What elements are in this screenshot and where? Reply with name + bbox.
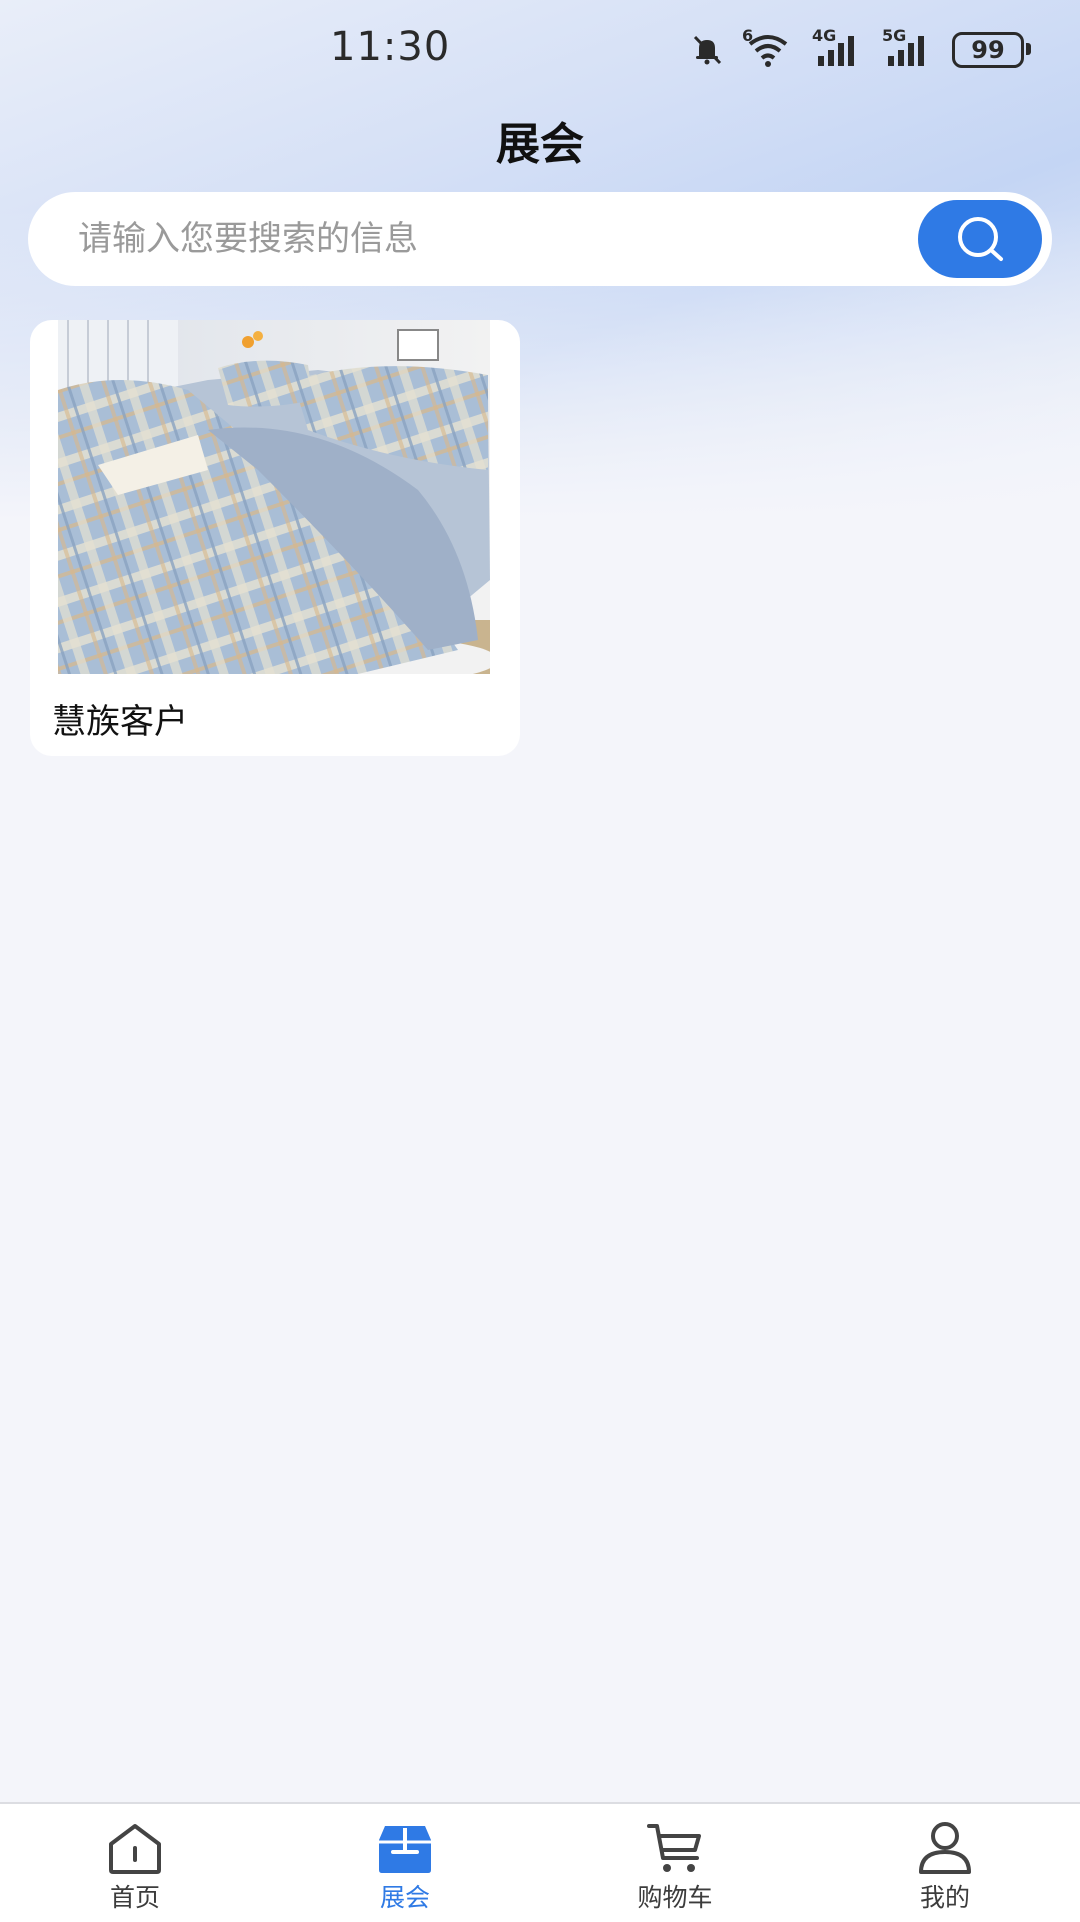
nav-label-exhibition: 展会 <box>379 1883 430 1912</box>
nav-item-home[interactable]: 首页 <box>0 1804 270 1922</box>
nav-label-home: 首页 <box>109 1883 160 1912</box>
wifi-icon: 6 <box>742 26 794 68</box>
home-icon <box>109 1824 161 1874</box>
nav-label-profile: 我的 <box>919 1883 970 1912</box>
cellular-5g-label: 5G <box>882 26 907 45</box>
user-icon <box>919 1822 971 1874</box>
plaid-bedding-photo <box>58 320 490 674</box>
status-icons: 6 4G 5G 99 <box>690 26 1031 72</box>
cart-icon <box>647 1824 701 1872</box>
status-time: 11:30 <box>330 24 451 70</box>
bottom-nav: 首页 展会 购物车 我的 <box>0 1802 1080 1922</box>
exhibition-box-icon <box>379 1826 431 1873</box>
wifi-label: 6 <box>742 26 754 45</box>
search-button[interactable] <box>918 200 1042 278</box>
battery-level: 99 <box>971 36 1005 64</box>
cellular-4g-icon: 4G <box>812 26 864 68</box>
nav-item-exhibition[interactable]: 展会 <box>270 1804 540 1922</box>
mute-bell-icon <box>693 35 722 65</box>
cellular-5g-icon: 5G <box>882 26 934 68</box>
search-icon <box>958 217 1003 261</box>
battery-icon: 99 <box>952 32 1031 68</box>
nav-label-cart: 购物车 <box>637 1883 713 1912</box>
page-title: 展会 <box>496 119 584 170</box>
cellular-4g-label: 4G <box>812 26 837 45</box>
nav-item-cart[interactable]: 购物车 <box>540 1804 810 1922</box>
search-input[interactable] <box>78 192 898 286</box>
search-bar <box>28 192 1052 286</box>
card-title: 慧族客户 <box>52 702 188 742</box>
exhibition-card[interactable]: 慧族客户 <box>30 320 520 756</box>
status-bar: 11:30 6 4G 5G 99 <box>0 0 1080 100</box>
nav-item-profile[interactable]: 我的 <box>810 1804 1080 1922</box>
